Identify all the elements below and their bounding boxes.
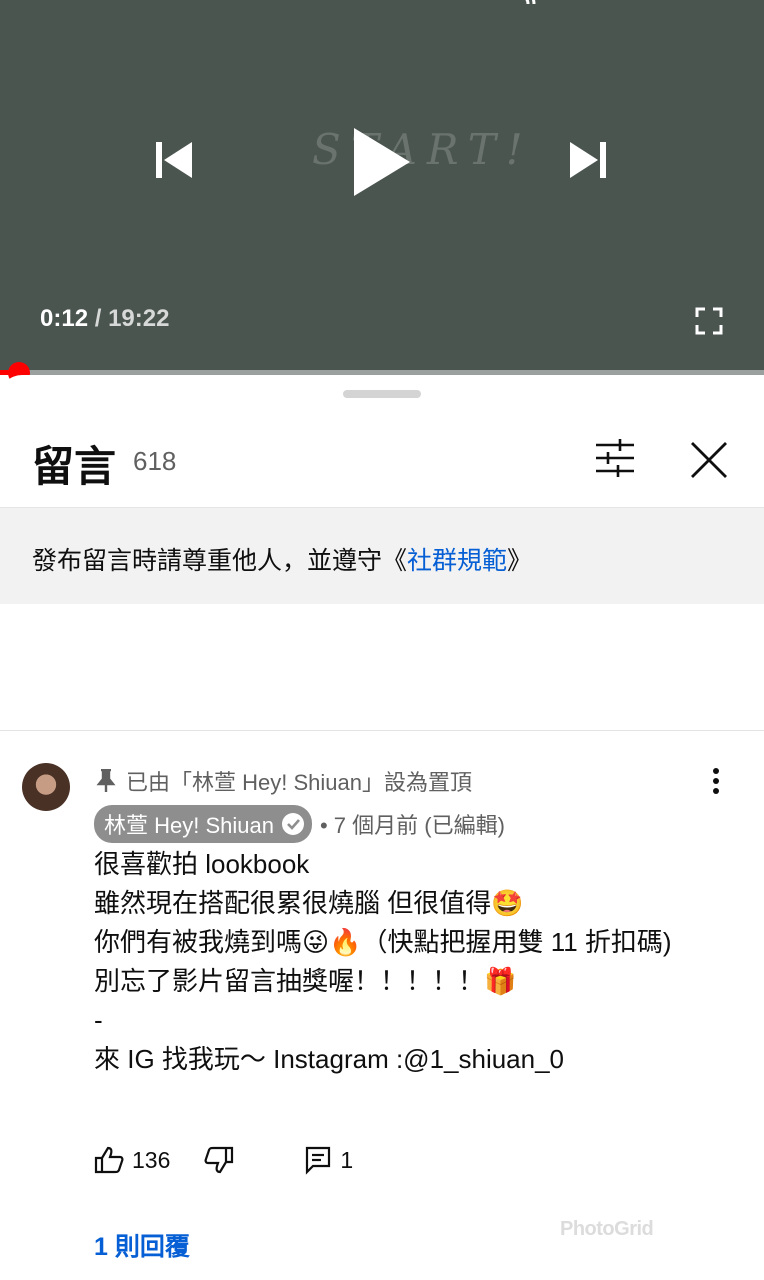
reply-button[interactable]: 1 <box>304 1145 353 1175</box>
view-replies-link[interactable]: 1 則回覆 <box>94 1227 190 1263</box>
current-time: 0:12 <box>40 305 89 332</box>
pinned-label-row: 已由「林萱 Hey! Shiuan」設為置頂 <box>96 765 472 797</box>
play-icon[interactable] <box>350 126 412 198</box>
guidelines-link[interactable]: 社群規範 <box>407 547 507 575</box>
video-overlay-text: START! <box>312 125 533 174</box>
comment-line: 雖然現在搭配很累很燒腦 但很值得🤩 <box>94 888 524 918</box>
watermark: PhotoGrid <box>560 1218 654 1240</box>
reply-icon[interactable] <box>304 1145 332 1175</box>
like-icon[interactable] <box>94 1146 124 1174</box>
drag-handle[interactable] <box>343 390 421 398</box>
comment-body: 很喜歡拍 lookbook 雖然現在搭配很累很燒腦 但很值得🤩 你們有被我燒到嗎… <box>94 845 704 1079</box>
duration: 19:22 <box>108 305 170 332</box>
video-player[interactable]: START! 0:12 / 19:22 <box>0 0 764 372</box>
pinned-label: 已由「林萱 Hey! Shiuan」設為置頂 <box>126 770 472 795</box>
comment-line: 別忘了影片留言抽獎喔！！！！！🎁 <box>94 966 517 996</box>
more-icon[interactable] <box>706 767 726 797</box>
comment-actions: 136 1 <box>94 1145 353 1175</box>
comments-count: 618 <box>133 446 177 476</box>
guidelines-suffix: 》 <box>507 547 533 575</box>
comment-line: - <box>94 1005 103 1035</box>
comments-sheet: 留言 618 發布留言時請尊重他人，並遵守《社群規範》 已由「林萱 Hey! S… <box>0 375 764 1280</box>
section-divider <box>0 730 764 731</box>
verified-icon <box>281 813 304 835</box>
time-separator: / <box>88 305 109 332</box>
like-button[interactable]: 136 <box>94 1146 170 1174</box>
comment-line: 你們有被我燒到嗎😜🔥（快點把握用雙 11 折扣碼) <box>94 927 672 957</box>
fullscreen-icon[interactable] <box>695 307 723 335</box>
comment-line: 來 IG 找我玩～ Instagram :@1_shiuan_0 <box>94 1044 565 1074</box>
like-count: 136 <box>132 1146 171 1173</box>
pin-icon <box>96 769 116 792</box>
comment-line: 很喜歡拍 lookbook <box>94 849 310 879</box>
time-display: 0:12 / 19:22 <box>40 305 169 333</box>
guidelines-prefix: 發布留言時請尊重他人，並遵守《 <box>32 547 408 575</box>
previous-icon[interactable] <box>152 138 194 182</box>
player-top-controls <box>518 0 557 5</box>
comment-meta: • 7 個月前 (已編輯) <box>319 813 505 838</box>
guidelines-text: 發布留言時請尊重他人，並遵守《社群規範》 <box>32 541 532 577</box>
filter-icon[interactable] <box>594 439 636 477</box>
next-icon[interactable] <box>568 138 610 182</box>
comment-author-row: 林萱 Hey! Shiuan • 7 個月前 (已編輯) <box>94 805 505 843</box>
avatar[interactable] <box>22 763 70 811</box>
dislike-button[interactable] <box>204 1146 234 1174</box>
author-chip[interactable]: 林萱 Hey! Shiuan <box>94 805 312 843</box>
close-icon[interactable] <box>690 441 728 479</box>
reply-count: 1 <box>340 1146 354 1173</box>
community-guidelines-banner: 發布留言時請尊重他人，並遵守《社群規範》 <box>0 507 764 604</box>
author-name[interactable]: 林萱 Hey! Shiuan <box>104 808 274 840</box>
cast-icon[interactable] <box>518 0 557 5</box>
comments-title: 留言 <box>32 443 117 490</box>
dislike-icon[interactable] <box>204 1146 234 1174</box>
